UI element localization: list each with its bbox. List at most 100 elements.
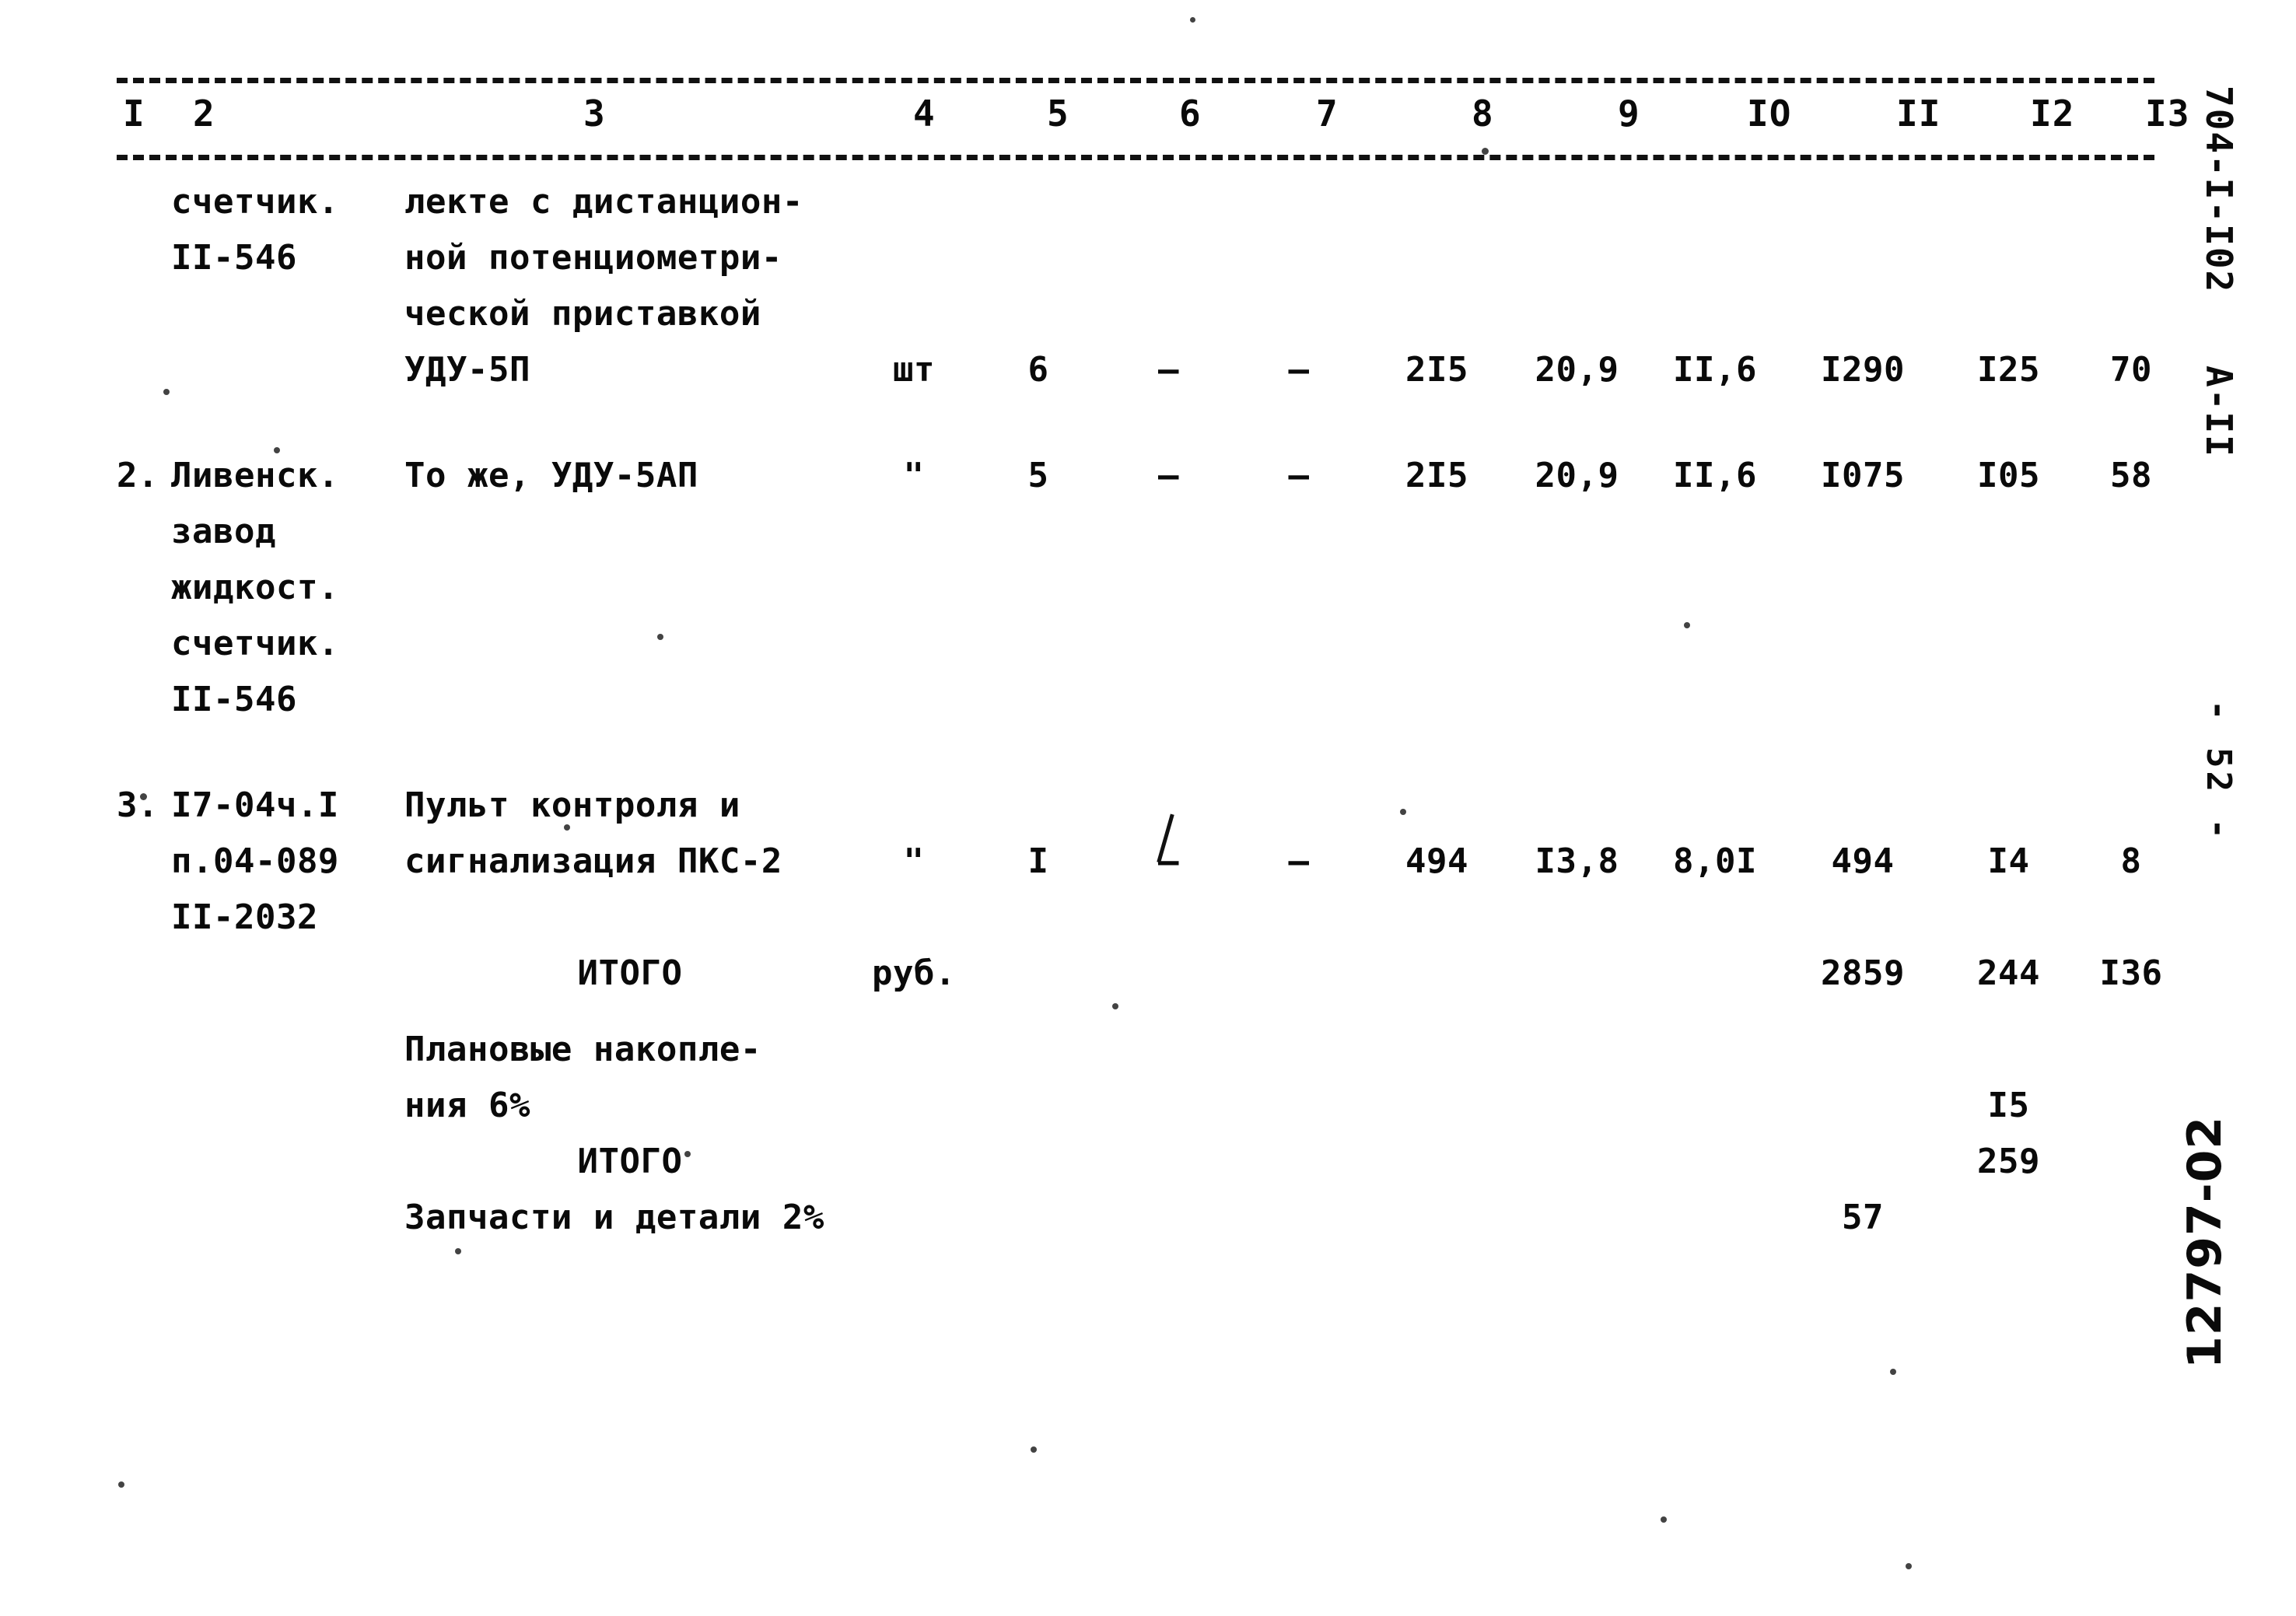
row3-col11: 494 [1831, 841, 1895, 881]
scan-speck [1190, 17, 1195, 23]
column-number-8: 8 [1472, 93, 1494, 135]
table-row: II-2032 [117, 890, 2186, 946]
summary1-col13: I36 [2099, 953, 2163, 993]
archive-stamp: 12797-02 [2178, 1115, 2232, 1369]
scan-speck [118, 1481, 124, 1488]
row2-col10: II,6 [1673, 456, 1757, 495]
row1-code: счетчик. [171, 182, 339, 222]
table-body: счетчик. лекте с дистанцион- II-546 ной … [117, 174, 2186, 1246]
column-number-13: I3 [2145, 93, 2190, 135]
scanned-page: I 2 3 4 5 6 7 8 9 IO II I2 I3 счетчик. л… [0, 0, 2296, 1616]
summary3-label: ИТОГО [577, 1142, 683, 1181]
row1-col9: 20,9 [1535, 350, 1619, 390]
row1-name-line4: УДУ-5П [404, 350, 530, 390]
row3-name-line2: сигнализация ПКС-2 [404, 841, 782, 881]
summary2-label-line2: ния 6% [404, 1086, 530, 1125]
page-number: - 52 - [2199, 700, 2238, 842]
scan-speck [455, 1248, 461, 1254]
row2-col13: 58 [2110, 456, 2152, 495]
scan-speck [1661, 1516, 1667, 1523]
table-row: счетчик. [117, 616, 2186, 672]
row1-code2: II-546 [171, 238, 297, 278]
summary1-label: ИТОГО [577, 953, 683, 993]
column-number-10: IO [1747, 93, 1792, 135]
row3-col6: – [1104, 834, 1233, 890]
row3-col10: 8,0I [1673, 841, 1757, 881]
row2-col8: 2I5 [1405, 456, 1468, 495]
table-row: счетчик. лекте с дистанцион- [117, 174, 2186, 230]
table-row: жидкост. [117, 560, 2186, 616]
row1-col10: II,6 [1673, 350, 1757, 390]
scan-speck [1031, 1446, 1037, 1453]
row1-col6: – [1158, 350, 1179, 390]
summary2-col11 [1785, 1078, 1941, 1134]
summary3-col13 [2077, 1134, 2186, 1190]
row-spacer [117, 398, 2186, 448]
column-number-5: 5 [1047, 93, 1069, 135]
sheet-series: А-II [2198, 366, 2240, 458]
summary3-col12: 259 [1977, 1142, 2040, 1181]
row2-qty: 5 [1027, 456, 1049, 495]
column-number-1: I [123, 93, 145, 135]
row1-col8: 2I5 [1405, 350, 1468, 390]
row3-no: 3. [117, 785, 159, 825]
row2-code-line1: Ливенск. [171, 456, 339, 495]
cost-estimate-table: I 2 3 4 5 6 7 8 9 IO II I2 I3 счетчик. л… [117, 78, 2189, 1246]
row1-name-line3: ческой приставкой [404, 294, 761, 334]
row1-col11: I290 [1821, 350, 1905, 390]
table-top-rule [117, 78, 2154, 97]
row3-code-line3: II-2032 [171, 897, 318, 937]
summary4-col12 [1941, 1190, 2077, 1246]
summary-row-itogo-2: ИТОГО 259 [117, 1134, 2186, 1190]
summary1-col11: 2859 [1821, 953, 1905, 993]
row3-unit: " [903, 841, 925, 881]
row3-col9: I3,8 [1535, 841, 1619, 881]
row1-qty: 6 [1027, 350, 1049, 390]
row2-code-line3: жидкост. [171, 568, 339, 607]
row2-name-line1: То же, УДУ-5АП [404, 456, 698, 495]
column-number-7: 7 [1316, 93, 1339, 135]
row2-col7: – [1288, 456, 1310, 495]
table-row: 3. I7-04ч.I Пульт контроля и [117, 778, 2186, 834]
column-number-row: I 2 3 4 5 6 7 8 9 IO II I2 I3 [117, 93, 2189, 155]
row1-col13: 70 [2110, 350, 2152, 390]
row2-code-line5: II-546 [171, 680, 297, 719]
row1-unit-blank [856, 174, 972, 230]
row-spacer [117, 728, 2186, 778]
row3-col7: – [1288, 841, 1310, 881]
row3-code-line1: I7-04ч.I [171, 785, 339, 825]
table-header-rule [117, 155, 2154, 174]
summary2-label-line1: Плановые накопле- [404, 1030, 761, 1069]
row3-col8: 494 [1405, 841, 1468, 881]
summary-row-itogo-1: ИТОГО руб. 2859 244 I36 [117, 946, 2186, 1002]
row3-name-line1: Пульт контроля и [404, 785, 740, 825]
column-number-9: 9 [1618, 93, 1640, 135]
row1-unit: шт [893, 350, 935, 390]
table-row: п.04-089 сигнализация ПКС-2 " I – – 494 … [117, 834, 2186, 890]
table-row: завод [117, 504, 2186, 560]
column-number-12: I2 [2030, 93, 2075, 135]
scan-speck [1890, 1369, 1896, 1375]
column-number-3: 3 [583, 93, 606, 135]
summary4-col11: 57 [1842, 1198, 1884, 1237]
table-row: II-546 [117, 672, 2186, 728]
table-row: 2. Ливенск. То же, УДУ-5АП " 5 – – 2I5 2… [117, 448, 2186, 504]
summary4-col13 [2077, 1190, 2186, 1246]
row2-col11: I075 [1821, 456, 1905, 495]
row3-code-line2: п.04-089 [171, 841, 339, 881]
column-number-11: II [1896, 93, 1941, 135]
row2-col9: 20,9 [1535, 456, 1619, 495]
row1-name-line2: ной потенциометри- [404, 238, 782, 278]
table-row: УДУ-5П шт 6 – – 2I5 20,9 II,6 I290 I25 7… [117, 342, 2186, 398]
summary-row-planovye-cont: ния 6% I5 [117, 1078, 2186, 1134]
summary1-unit: руб. [872, 953, 956, 993]
summary4-label: Запчасти и детали 2% [404, 1198, 824, 1237]
row1-no [117, 174, 171, 230]
row1-col12: I25 [1977, 350, 2040, 390]
summary-row-zapchasti: Запчасти и детали 2% 57 [117, 1190, 2186, 1246]
sheet-code: 704-I-I02 [2198, 86, 2240, 294]
row3-col12: I4 [1987, 841, 2030, 881]
summary3-col11 [1785, 1134, 1941, 1190]
row-spacer [117, 1002, 2186, 1022]
column-number-4: 4 [913, 93, 936, 135]
